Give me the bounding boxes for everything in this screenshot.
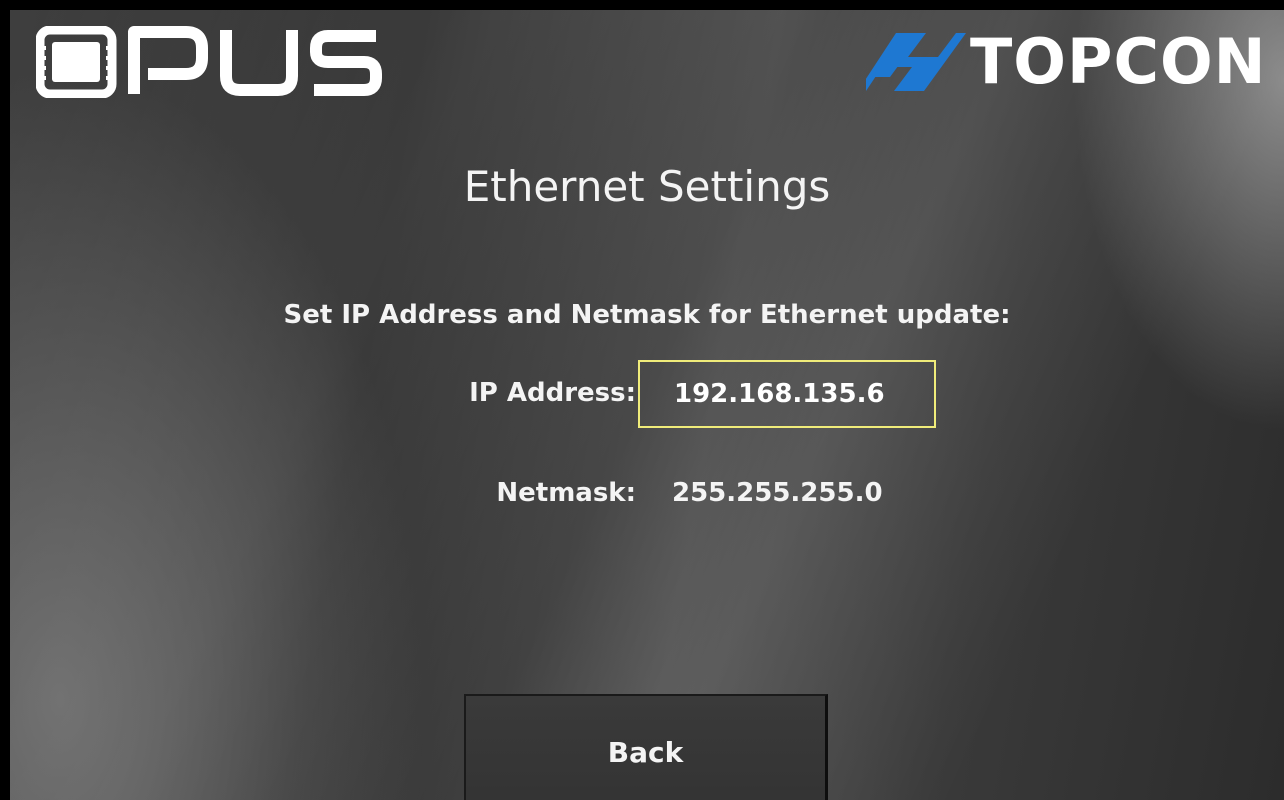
ip-address-field[interactable]: 192.168.135.6: [638, 360, 936, 428]
screen-bezel-left: [0, 0, 10, 800]
topcon-wordmark: TOPCON: [970, 25, 1267, 98]
topcon-emblem-icon: [866, 33, 966, 91]
netmask-label: Netmask:: [496, 478, 636, 508]
instruction-text: Set IP Address and Netmask for Ethernet …: [283, 300, 1011, 330]
back-button[interactable]: Back: [464, 694, 828, 800]
opus-logo: [36, 26, 382, 98]
ethernet-settings-screen: TOPCON Ethernet Settings Set IP Address …: [0, 0, 1284, 800]
topcon-logo: TOPCON: [866, 26, 1276, 98]
page-title: Ethernet Settings: [463, 162, 831, 211]
ip-address-label: IP Address:: [469, 378, 636, 408]
screen-bezel-top: [0, 0, 1284, 10]
netmask-field[interactable]: 255.255.255.0: [672, 478, 883, 508]
